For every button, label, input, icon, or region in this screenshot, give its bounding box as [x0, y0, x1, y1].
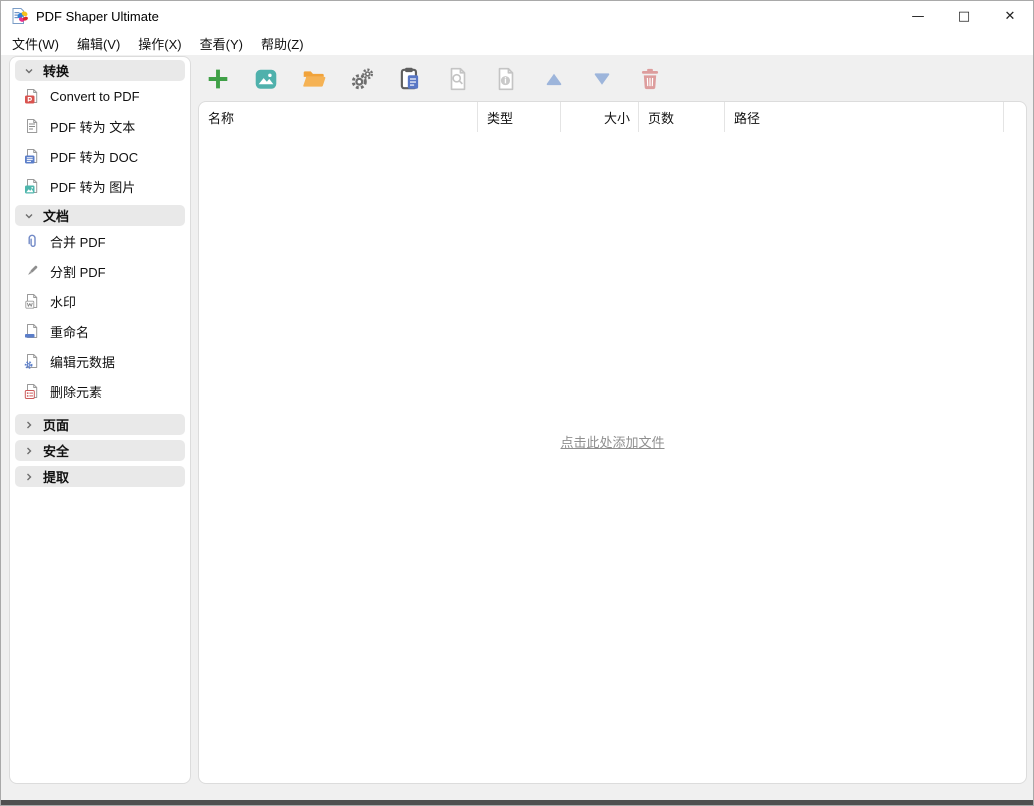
add-files-link[interactable]: 点击此处添加文件: [560, 435, 664, 450]
rename-icon: [24, 323, 40, 339]
sidebar-item-split-pdf[interactable]: 分割 PDF: [13, 256, 187, 286]
folder-icon: [301, 66, 327, 92]
clipboard-icon: [397, 66, 423, 92]
sidebar-item-label: PDF 转为 图片: [50, 177, 135, 196]
menu-actions[interactable]: 操作(X): [129, 31, 190, 56]
sidebar-item-convert-to-pdf[interactable]: Convert to PDF: [13, 81, 187, 111]
section-label: 安全: [43, 441, 69, 460]
title-bar: PDF Shaper Ultimate — □ ✕: [1, 1, 1033, 31]
add-image-button[interactable]: [246, 59, 286, 99]
file-list-header: 名称 类型 大小 页数 路径: [199, 102, 1026, 132]
app-window: PDF Shaper Ultimate — □ ✕ 文件(W) 编辑(V) 操作…: [0, 0, 1034, 806]
knife-icon: [24, 263, 40, 279]
sidebar-item-label: 编辑元数据: [50, 352, 115, 371]
document-info-button[interactable]: [486, 59, 526, 99]
app-logo-icon: [11, 7, 29, 25]
remove-files-button[interactable]: [630, 59, 670, 99]
section-label: 页面: [43, 415, 69, 434]
toolbar: [198, 56, 670, 101]
column-header-path[interactable]: 路径: [725, 102, 1004, 132]
sidebar-section-security[interactable]: 安全: [15, 440, 185, 461]
watermark-icon: [24, 293, 40, 309]
bottom-edge-bar: [1, 800, 1033, 805]
minimize-button[interactable]: —: [895, 1, 941, 31]
menu-view[interactable]: 查看(Y): [191, 31, 252, 56]
column-header-pages[interactable]: 页数: [639, 102, 725, 132]
green-plus-icon: [205, 66, 231, 92]
sidebar-item-label: 水印: [50, 292, 76, 311]
sidebar-section-convert[interactable]: 转换: [15, 60, 185, 81]
menu-help[interactable]: 帮助(Z): [252, 31, 313, 56]
sidebar-item-label: 分割 PDF: [50, 262, 106, 281]
window-controls: — □ ✕: [895, 1, 1033, 31]
chevron-right-icon: [24, 446, 34, 456]
chevron-right-icon: [24, 472, 34, 482]
column-header-size[interactable]: 大小: [561, 102, 639, 132]
window-title: PDF Shaper Ultimate: [36, 9, 159, 24]
sidebar-item-pdf-to-text[interactable]: PDF 转为 文本: [13, 111, 187, 141]
sidebar-item-pdf-to-doc[interactable]: PDF 转为 DOC: [13, 141, 187, 171]
section-label: 提取: [43, 467, 69, 486]
section-label: 转换: [43, 61, 69, 80]
close-button[interactable]: ✕: [987, 1, 1033, 31]
sidebar-item-pdf-to-image[interactable]: PDF 转为 图片: [13, 171, 187, 201]
menu-file[interactable]: 文件(W): [3, 31, 68, 56]
column-header-name[interactable]: 名称: [199, 102, 478, 132]
paperclip-icon: [24, 233, 40, 249]
sidebar-item-label: Convert to PDF: [50, 89, 140, 104]
sidebar-item-label: 合并 PDF: [50, 232, 106, 251]
red-checklist-icon: [24, 383, 40, 399]
pdf-to-doc-icon: [24, 148, 40, 164]
image-icon: [253, 66, 279, 92]
metadata-gear-icon: [24, 353, 40, 369]
sidebar-section-extract[interactable]: 提取: [15, 466, 185, 487]
chevron-right-icon: [24, 420, 34, 430]
sidebar-item-rename[interactable]: 重命名: [13, 316, 187, 346]
column-header-filler: [1004, 102, 1026, 132]
up-triangle-icon: [541, 66, 567, 92]
trash-icon: [637, 66, 663, 92]
sidebar-item-label: 重命名: [50, 322, 89, 341]
sidebar-item-merge-pdf[interactable]: 合并 PDF: [13, 226, 187, 256]
sidebar-section-pages[interactable]: 页面: [15, 414, 185, 435]
file-list-panel: 名称 类型 大小 页数 路径 点击此处添加文件: [198, 101, 1027, 784]
document-magnifier-icon: [445, 66, 471, 92]
chevron-down-icon: [24, 211, 34, 221]
sidebar-item-label: 删除元素: [50, 382, 102, 401]
add-files-button[interactable]: [198, 59, 238, 99]
convert-to-pdf-icon: [24, 88, 40, 104]
sidebar-item-delete-elements[interactable]: 删除元素: [13, 376, 187, 406]
pdf-to-text-icon: [24, 118, 40, 134]
paste-button[interactable]: [390, 59, 430, 99]
sidebar-item-watermark[interactable]: 水印: [13, 286, 187, 316]
settings-button[interactable]: [342, 59, 382, 99]
sidebar-item-edit-metadata[interactable]: 编辑元数据: [13, 346, 187, 376]
section-label: 文档: [43, 206, 69, 225]
gears-icon: [349, 66, 375, 92]
sidebar-section-document[interactable]: 文档: [15, 205, 185, 226]
preview-document-button[interactable]: [438, 59, 478, 99]
sidebar-item-label: PDF 转为 DOC: [50, 147, 138, 166]
move-up-button[interactable]: [534, 59, 574, 99]
empty-state: 点击此处添加文件: [199, 432, 1026, 452]
down-triangle-icon: [589, 66, 615, 92]
menu-bar: 文件(W) 编辑(V) 操作(X) 查看(Y) 帮助(Z): [1, 31, 1033, 55]
maximize-button[interactable]: □: [941, 1, 987, 31]
pdf-to-image-icon: [24, 178, 40, 194]
move-down-button[interactable]: [582, 59, 622, 99]
sidebar-item-label: PDF 转为 文本: [50, 117, 135, 136]
chevron-down-icon: [24, 66, 34, 76]
menu-edit[interactable]: 编辑(V): [68, 31, 129, 56]
column-header-type[interactable]: 类型: [478, 102, 561, 132]
document-info-icon: [493, 66, 519, 92]
open-folder-button[interactable]: [294, 59, 334, 99]
sidebar: 转换 Convert to PDF PDF 转为 文本: [9, 56, 191, 784]
